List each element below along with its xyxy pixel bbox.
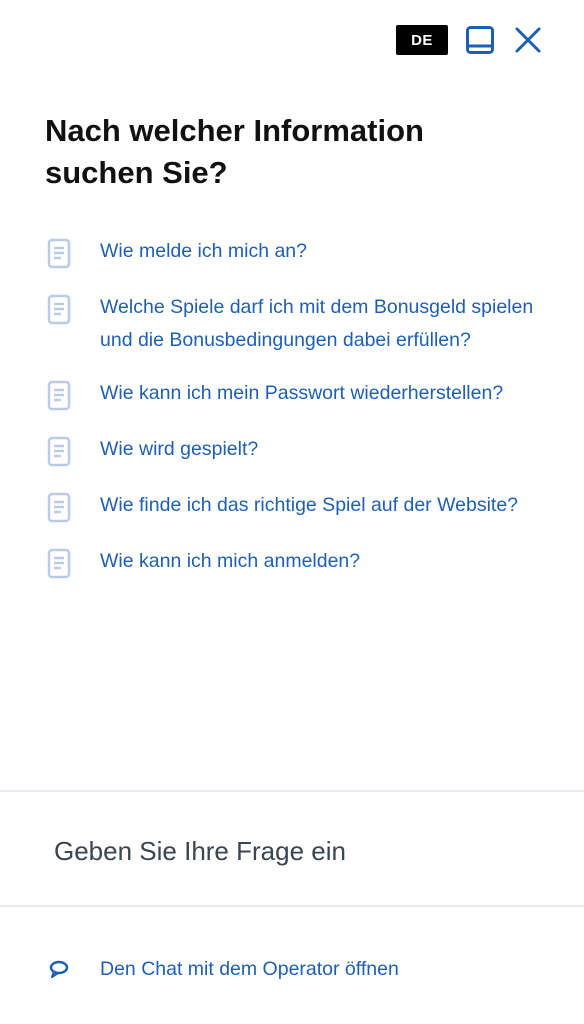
chat-bubble-icon bbox=[49, 960, 69, 979]
faq-item[interactable]: Welche Spiele darf ich mit dem Bonusgeld… bbox=[45, 291, 545, 357]
close-button[interactable] bbox=[512, 24, 544, 56]
page-title: Nach welcher Information suchen Sie? bbox=[45, 113, 424, 190]
faq-item-label: Wie finde ich das richtige Spiel auf der… bbox=[100, 494, 519, 516]
header-controls: DE bbox=[396, 24, 544, 56]
faq-item[interactable]: Wie wird gespielt? bbox=[45, 433, 545, 469]
open-chat-link[interactable]: Den Chat mit dem Operator öffnen bbox=[48, 952, 399, 986]
faq-list: Wie melde ich mich an? Welche Spiele dar… bbox=[45, 235, 545, 601]
faq-item-label: Wie kann ich mich anmelden? bbox=[100, 550, 361, 572]
document-icon bbox=[47, 238, 71, 269]
document-icon bbox=[47, 436, 71, 467]
faq-item-label: Wie wird gespielt? bbox=[100, 438, 259, 460]
divider-bottom bbox=[0, 905, 584, 907]
faq-item[interactable]: Wie kann ich mein Passwort wiederherstel… bbox=[45, 377, 545, 413]
faq-item-label: Wie kann ich mein Passwort wiederherstel… bbox=[100, 382, 504, 404]
divider-top bbox=[0, 790, 584, 792]
document-icon bbox=[47, 380, 71, 411]
document-icon bbox=[47, 294, 71, 325]
faq-item-label: Wie melde ich mich an? bbox=[100, 240, 307, 262]
language-selector[interactable]: DE bbox=[396, 25, 448, 55]
window-minimize-icon bbox=[466, 26, 494, 54]
close-icon bbox=[515, 27, 541, 53]
faq-item-label: Welche Spiele darf ich mit dem Bonusgeld… bbox=[100, 296, 534, 351]
faq-item[interactable]: Wie kann ich mich anmelden? bbox=[45, 545, 545, 581]
faq-item[interactable]: Wie melde ich mich an? bbox=[45, 235, 545, 271]
minimize-button[interactable] bbox=[464, 24, 496, 56]
document-icon bbox=[47, 548, 71, 579]
question-input[interactable] bbox=[54, 826, 534, 876]
faq-item[interactable]: Wie finde ich das richtige Spiel auf der… bbox=[45, 489, 545, 525]
open-chat-label: Den Chat mit dem Operator öffnen bbox=[100, 957, 399, 980]
document-icon bbox=[47, 492, 71, 523]
